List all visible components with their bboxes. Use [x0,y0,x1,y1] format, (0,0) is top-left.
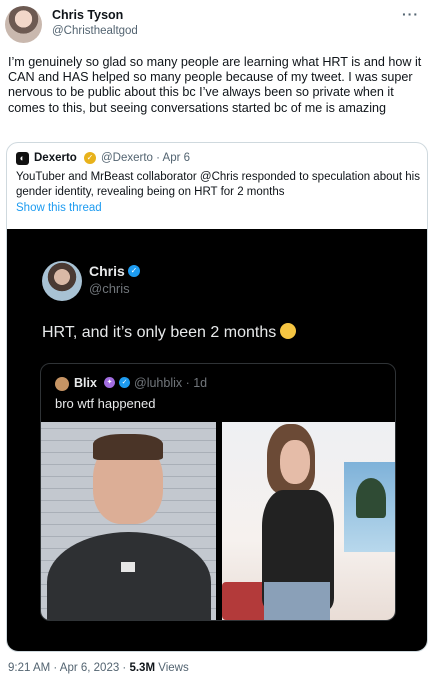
author-avatar[interactable] [5,6,42,43]
inner-quoted-tweet: Blix ✦ ✓ @luhblix · 1d bro wtf happened [40,363,396,621]
inner-author-name: Blix [74,376,97,390]
author-handle[interactable]: @Christhealtgod [52,25,138,37]
before-photo-hair [93,434,163,460]
inner-tweet-text: bro wtf happened [55,396,156,411]
tweet-meta: 9:21 AM · Apr 6, 2023 · 5.3M Views [8,662,189,674]
tweet-media-image[interactable]: Chris ✓ @chris HRT, and it’s only been 2… [7,229,427,651]
inner-author-handle-date: @luhblix · 1d [134,376,208,390]
quoted-author-handle-date: @Dexerto · Apr 6 [101,152,191,164]
tweet-text: I’m genuinely so glad so many people are… [8,55,422,115]
media-author-handle: @chris [89,281,130,296]
tweet: Chris Tyson @Christhealtgod ··· I’m genu… [0,0,433,678]
before-photo-shirt [47,532,211,620]
after-photo-jeans [264,582,330,620]
media-author-name: Chris [89,263,125,279]
screaming-face-emoji-icon [280,323,297,339]
dexerto-logo-icon: ◐ [16,152,29,165]
inner-author-avatar [55,377,69,391]
more-options-icon[interactable]: ··· [402,6,419,22]
media-author-avatar [42,261,82,301]
author-name[interactable]: Chris Tyson [52,8,123,22]
view-count: 5.3M [129,662,156,674]
media-tweet-text: HRT, and it’s only been 2 months [42,323,297,342]
gold-verified-badge-icon: ✓ [84,152,96,164]
quoted-author-name[interactable]: Dexerto [34,152,77,164]
purple-badge-icon: ✦ [104,377,115,388]
shirt-logo [121,562,135,572]
inner-verified-badge-icon: ✓ [119,377,130,388]
media-tweet-text-content: HRT, and it’s only been 2 months [42,324,277,341]
palm-tree [356,478,386,518]
quoted-tweet[interactable]: ◐ Dexerto ✓ @Dexerto · Apr 6 YouTuber an… [6,142,428,652]
views-label: Views [155,662,189,674]
quoted-tweet-text: YouTuber and MrBeast collaborator @Chris… [16,171,420,198]
after-photo-face [280,440,310,484]
tweet-timestamp[interactable]: 9:21 AM · Apr 6, 2023 · [8,662,129,674]
before-photo [41,422,216,620]
verified-badge-icon: ✓ [128,265,140,277]
show-this-thread-link[interactable]: Show this thread [16,202,102,214]
after-photo [222,422,395,620]
